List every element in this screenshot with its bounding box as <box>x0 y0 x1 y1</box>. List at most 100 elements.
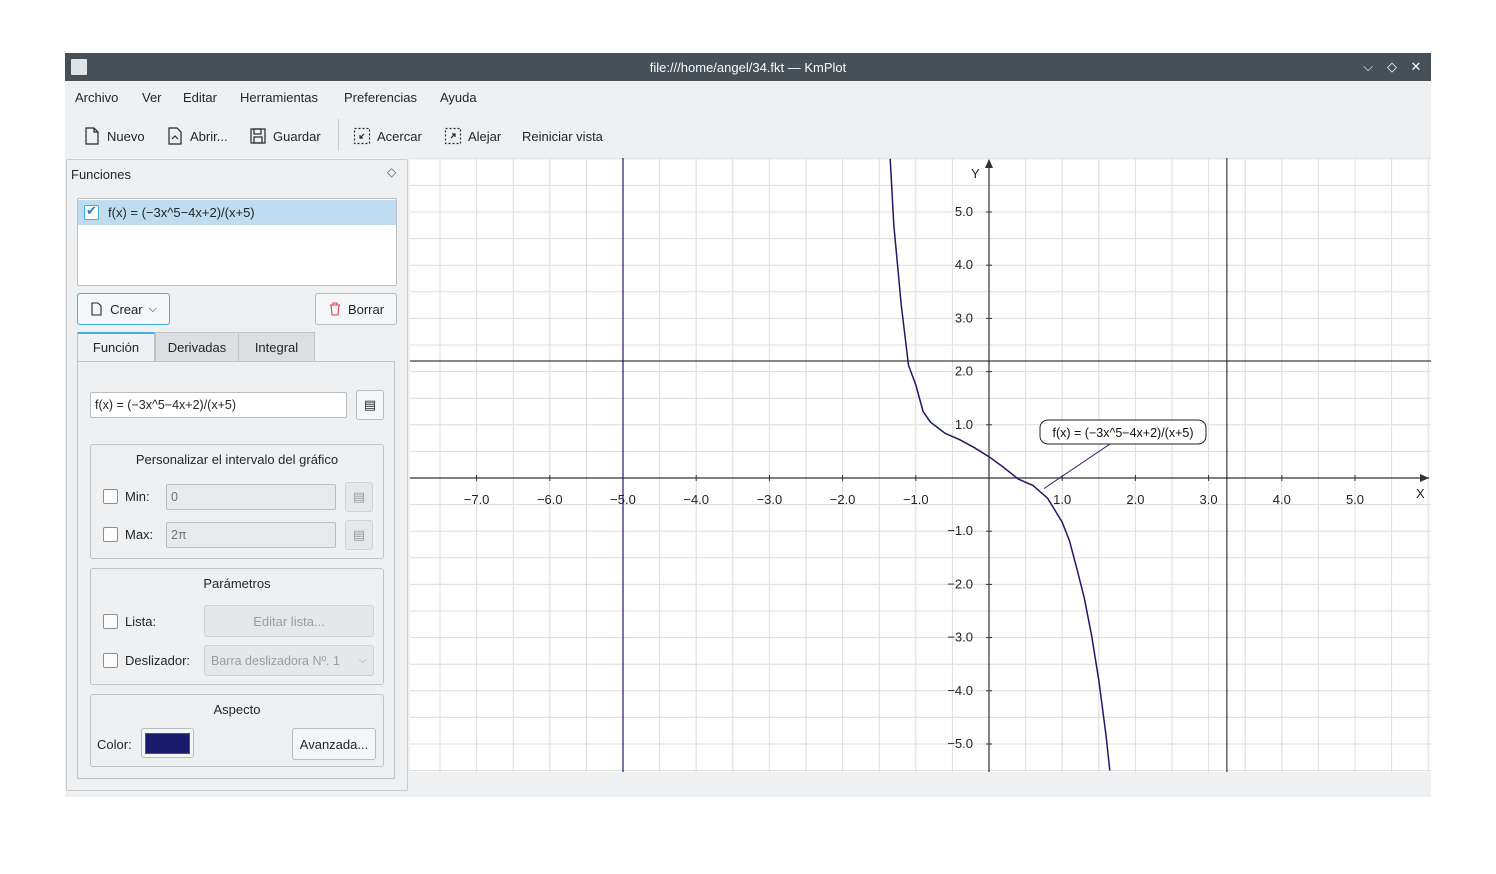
edit-list-label: Editar lista... <box>253 613 325 629</box>
parameters-group: Parámetros Lista: Editar lista... Desliz… <box>90 568 384 685</box>
title-bar[interactable]: file:///home/angel/34.fkt — KmPlot ⌵ ◇ ✕ <box>65 53 1431 81</box>
reset-view-label: Reiniciar vista <box>522 128 603 144</box>
list-label: Lista: <box>125 614 157 629</box>
appearance-title: Aspecto <box>213 702 261 717</box>
delete-button[interactable]: Borrar <box>315 293 397 325</box>
max-label: Max: <box>125 527 154 542</box>
y-tick-label: −2.0 <box>947 576 973 591</box>
function-curve <box>889 158 1111 771</box>
delete-label: Borrar <box>347 301 385 317</box>
max-editor-button[interactable]: ▤ <box>345 520 373 550</box>
chevron-down-icon: ⌵ <box>148 302 157 315</box>
x-axis-arrow <box>1420 474 1429 482</box>
slider-label: Deslizador: <box>125 653 191 668</box>
max-editor-icon: ▤ <box>352 527 366 542</box>
functions-panel: Funciones ◇ f(x) = (−3x^5−4x+2)/(x+5) Cr… <box>66 159 408 791</box>
min-input[interactable]: 0 <box>166 484 336 510</box>
menu-herramientas[interactable]: Herramientas <box>240 90 318 105</box>
menu-editar[interactable]: Editar <box>183 90 217 105</box>
zoom-in-button[interactable]: Acercar <box>353 126 422 146</box>
max-input[interactable]: 2π <box>166 522 336 548</box>
tab-content: f(x) = (−3x^5−4x+2)/(x+5) ▤ Personalizar… <box>77 361 395 779</box>
create-button[interactable]: Crear ⌵ <box>77 293 170 325</box>
x-axis-label: X <box>1416 486 1425 501</box>
max-checkbox[interactable] <box>103 527 118 542</box>
y-tick-label: −1.0 <box>947 523 973 538</box>
color-swatch <box>145 732 190 754</box>
function-visible-checkbox[interactable] <box>84 203 99 220</box>
x-tick-label: 4.0 <box>1273 492 1291 507</box>
equation-editor-button[interactable]: ▤ <box>356 390 384 420</box>
equation-input[interactable]: f(x) = (−3x^5−4x+2)/(x+5) <box>90 392 347 418</box>
save-button[interactable]: Guardar <box>249 126 321 146</box>
panel-title: Funciones <box>71 167 131 182</box>
x-tick-label: 2.0 <box>1126 492 1144 507</box>
close-icon[interactable]: ✕ <box>1407 58 1425 76</box>
new-function-icon <box>91 302 102 316</box>
x-tick-label: 3.0 <box>1200 492 1218 507</box>
float-panel-icon[interactable]: ◇ <box>387 165 396 179</box>
create-label: Crear <box>110 301 143 317</box>
plot-area[interactable]: −7.0 −6.0 −5.0 −4.0 −3.0 −2.0 −1.0 1.0 2.0 3.0 4.0… <box>410 158 1431 772</box>
interval-title: Personalizar el intervalo del gráfico <box>135 452 339 467</box>
zoom-in-icon <box>353 127 371 145</box>
min-editor-icon: ▤ <box>352 489 366 504</box>
tab-funcion[interactable]: Función <box>77 332 155 362</box>
function-list-label: f(x) = (−3x^5−4x+2)/(x+5) <box>108 205 255 220</box>
interval-group: Personalizar el intervalo del gráfico Mi… <box>90 444 384 559</box>
annotation-label: f(x) = (−3x^5−4x+2)/(x+5) <box>1053 426 1194 440</box>
y-axis-arrow <box>985 159 993 168</box>
save-icon <box>250 128 266 144</box>
new-file-icon <box>85 127 99 145</box>
minimize-icon[interactable]: ⌵ <box>1359 58 1377 76</box>
toolbar: Nuevo Abrir... Guardar Acercar Alejar Re… <box>65 113 1431 158</box>
x-tick-label: −7.0 <box>464 492 490 507</box>
app-window: file:///home/angel/34.fkt — KmPlot ⌵ ◇ ✕… <box>65 53 1431 797</box>
min-checkbox[interactable] <box>103 489 118 504</box>
tab-derivadas[interactable]: Derivadas <box>155 332 239 362</box>
menu-bar: Archivo Ver Editar Herramientas Preferen… <box>65 81 1431 113</box>
window-title: file:///home/angel/34.fkt — KmPlot <box>649 60 847 75</box>
edit-list-button[interactable]: Editar lista... <box>204 605 374 637</box>
zoom-out-button[interactable]: Alejar <box>444 126 501 146</box>
chevron-down-icon: ⌵ <box>358 654 367 666</box>
open-file-icon <box>168 127 182 145</box>
x-tick-label: 1.0 <box>1053 492 1071 507</box>
y-tick-label: 1.0 <box>955 417 973 432</box>
new-label: Nuevo <box>107 128 145 144</box>
toolbar-separator <box>338 119 339 151</box>
slider-checkbox[interactable] <box>103 653 118 668</box>
min-editor-button[interactable]: ▤ <box>345 482 373 512</box>
y-tick-label: −5.0 <box>947 736 973 751</box>
min-label: Min: <box>125 489 150 504</box>
advanced-button[interactable]: Avanzada... <box>292 728 376 760</box>
function-list[interactable]: f(x) = (−3x^5−4x+2)/(x+5) <box>77 198 397 286</box>
menu-archivo[interactable]: Archivo <box>75 90 118 105</box>
x-tick-label: −6.0 <box>537 492 563 507</box>
appearance-group: Aspecto Color: Avanzada... <box>90 694 384 767</box>
menu-ver[interactable]: Ver <box>142 90 162 105</box>
function-list-item[interactable]: f(x) = (−3x^5−4x+2)/(x+5) <box>78 200 396 225</box>
y-axis-label: Y <box>971 166 980 181</box>
new-button[interactable]: Nuevo <box>83 126 145 146</box>
menu-preferencias[interactable]: Preferencias <box>344 90 417 105</box>
x-tick-label: −3.0 <box>757 492 783 507</box>
slider-select[interactable]: Barra deslizadora Nº. 1 ⌵ <box>204 645 374 676</box>
y-tick-label: −4.0 <box>947 683 973 698</box>
maximize-icon[interactable]: ◇ <box>1383 58 1401 76</box>
trash-icon <box>329 302 340 316</box>
x-tick-label: 5.0 <box>1346 492 1364 507</box>
y-tick-label: 2.0 <box>955 364 973 379</box>
menu-ayuda[interactable]: Ayuda <box>440 90 477 105</box>
y-tick-label: 5.0 <box>955 204 973 219</box>
function-plot[interactable]: −7.0 −6.0 −5.0 −4.0 −3.0 −2.0 −1.0 1.0 2.0 3.0 4.0… <box>410 158 1431 772</box>
zoom-out-icon <box>444 127 462 145</box>
reset-view-button[interactable]: Reiniciar vista <box>522 126 603 146</box>
color-button[interactable] <box>141 728 194 758</box>
open-button[interactable]: Abrir... <box>166 126 228 146</box>
x-tick-label: −2.0 <box>830 492 856 507</box>
list-checkbox[interactable] <box>103 614 118 629</box>
x-tick-label: −4.0 <box>683 492 709 507</box>
y-tick-label: 4.0 <box>955 257 973 272</box>
tab-integral[interactable]: Integral <box>238 332 315 362</box>
